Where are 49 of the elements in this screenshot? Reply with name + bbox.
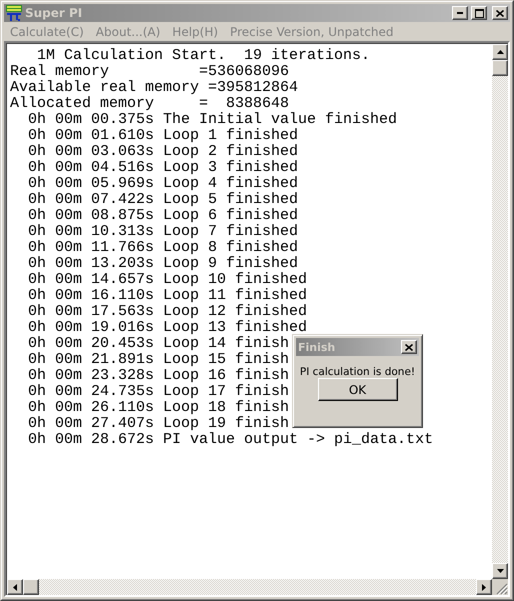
- console-line: 0h 00m 07.422s Loop 5 finished: [27, 192, 298, 208]
- down-arrow-icon: [496, 569, 504, 573]
- dialog-message: PI calculation is done!: [300, 366, 416, 378]
- console-line: 0h 00m 00.375s The Initial value finished: [27, 112, 398, 128]
- scroll-right-button[interactable]: [476, 579, 492, 595]
- console-line: 0h 00m 03.063s Loop 2 finished: [27, 144, 298, 160]
- maximize-icon: [474, 8, 484, 18]
- dialog-title: Finish: [298, 340, 336, 354]
- console-line: 0h 00m 28.672s PI value output -> pi_data.txt: [27, 432, 434, 448]
- minimize-button[interactable]: [452, 6, 468, 20]
- scroll-thumb[interactable]: [492, 60, 508, 76]
- console-line: 0h 00m 13.203s Loop 9 finished: [27, 256, 298, 272]
- resize-grip-icon[interactable]: [496, 583, 508, 595]
- console-line: Available real memory =395812864: [10, 80, 298, 96]
- scroll-left-button[interactable]: [7, 579, 23, 595]
- console-line: 0h 00m 27.407s Loop 19 finish: [27, 416, 290, 432]
- console-line: 1M Calculation Start. 19 iterations.: [36, 48, 370, 64]
- console-line: 0h 00m 23.328s Loop 16 finish: [27, 368, 290, 384]
- console-line: 0h 00m 16.110s Loop 11 finished: [27, 288, 308, 304]
- console-line: 0h 00m 04.516s Loop 3 finished: [27, 160, 298, 176]
- console-line: 0h 00m 11.766s Loop 8 finished: [27, 240, 298, 256]
- console-line: 0h 00m 20.453s Loop 14 finish: [27, 336, 290, 352]
- console-line: 0h 00m 24.735s Loop 17 finish: [27, 384, 290, 400]
- console-line: 0h 00m 19.016s Loop 13 finished: [27, 320, 308, 336]
- console-line: 0h 00m 14.657s Loop 10 finished: [27, 272, 308, 288]
- console-line: Real memory =536068096: [10, 64, 290, 80]
- maximize-button[interactable]: [471, 6, 487, 20]
- console-line: 0h 00m 08.875s Loop 6 finished: [27, 208, 298, 224]
- console-line: 0h 00m 10.313s Loop 7 finished: [27, 224, 298, 240]
- console-line: 0h 00m 26.110s Loop 18 finish: [27, 400, 290, 416]
- close-icon: [405, 344, 413, 350]
- close-button[interactable]: [492, 6, 508, 20]
- window-title: Super PI: [25, 6, 84, 20]
- minimize-icon: [457, 12, 463, 14]
- app-icon: [6, 5, 22, 21]
- up-arrow-icon: [496, 50, 504, 54]
- console-line: Allocated memory = 8388648: [10, 96, 290, 112]
- console-line: 0h 00m 21.891s Loop 15 finish: [27, 352, 290, 368]
- ok-button[interactable]: OK: [318, 378, 398, 401]
- right-arrow-icon: [482, 584, 486, 590]
- close-button[interactable]: [401, 340, 417, 354]
- scroll-down-button[interactable]: [492, 563, 508, 579]
- left-arrow-icon: [13, 584, 17, 590]
- scroll-thumb[interactable]: [23, 579, 39, 595]
- console-line: 0h 00m 17.563s Loop 12 finished: [27, 304, 308, 320]
- scroll-up-button[interactable]: [492, 44, 508, 60]
- close-icon: [496, 10, 504, 16]
- console-line: 0h 00m 05.969s Loop 4 finished: [27, 176, 298, 192]
- console-line: 0h 00m 01.610s Loop 1 finished: [27, 128, 298, 144]
